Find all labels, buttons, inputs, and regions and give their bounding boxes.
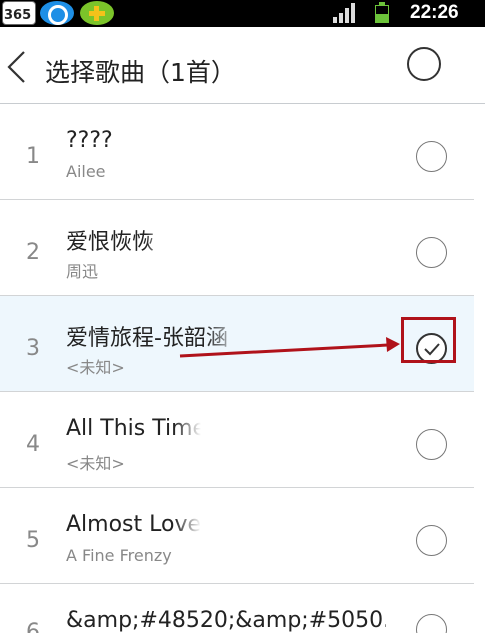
annotation-highlight-box xyxy=(401,317,456,363)
